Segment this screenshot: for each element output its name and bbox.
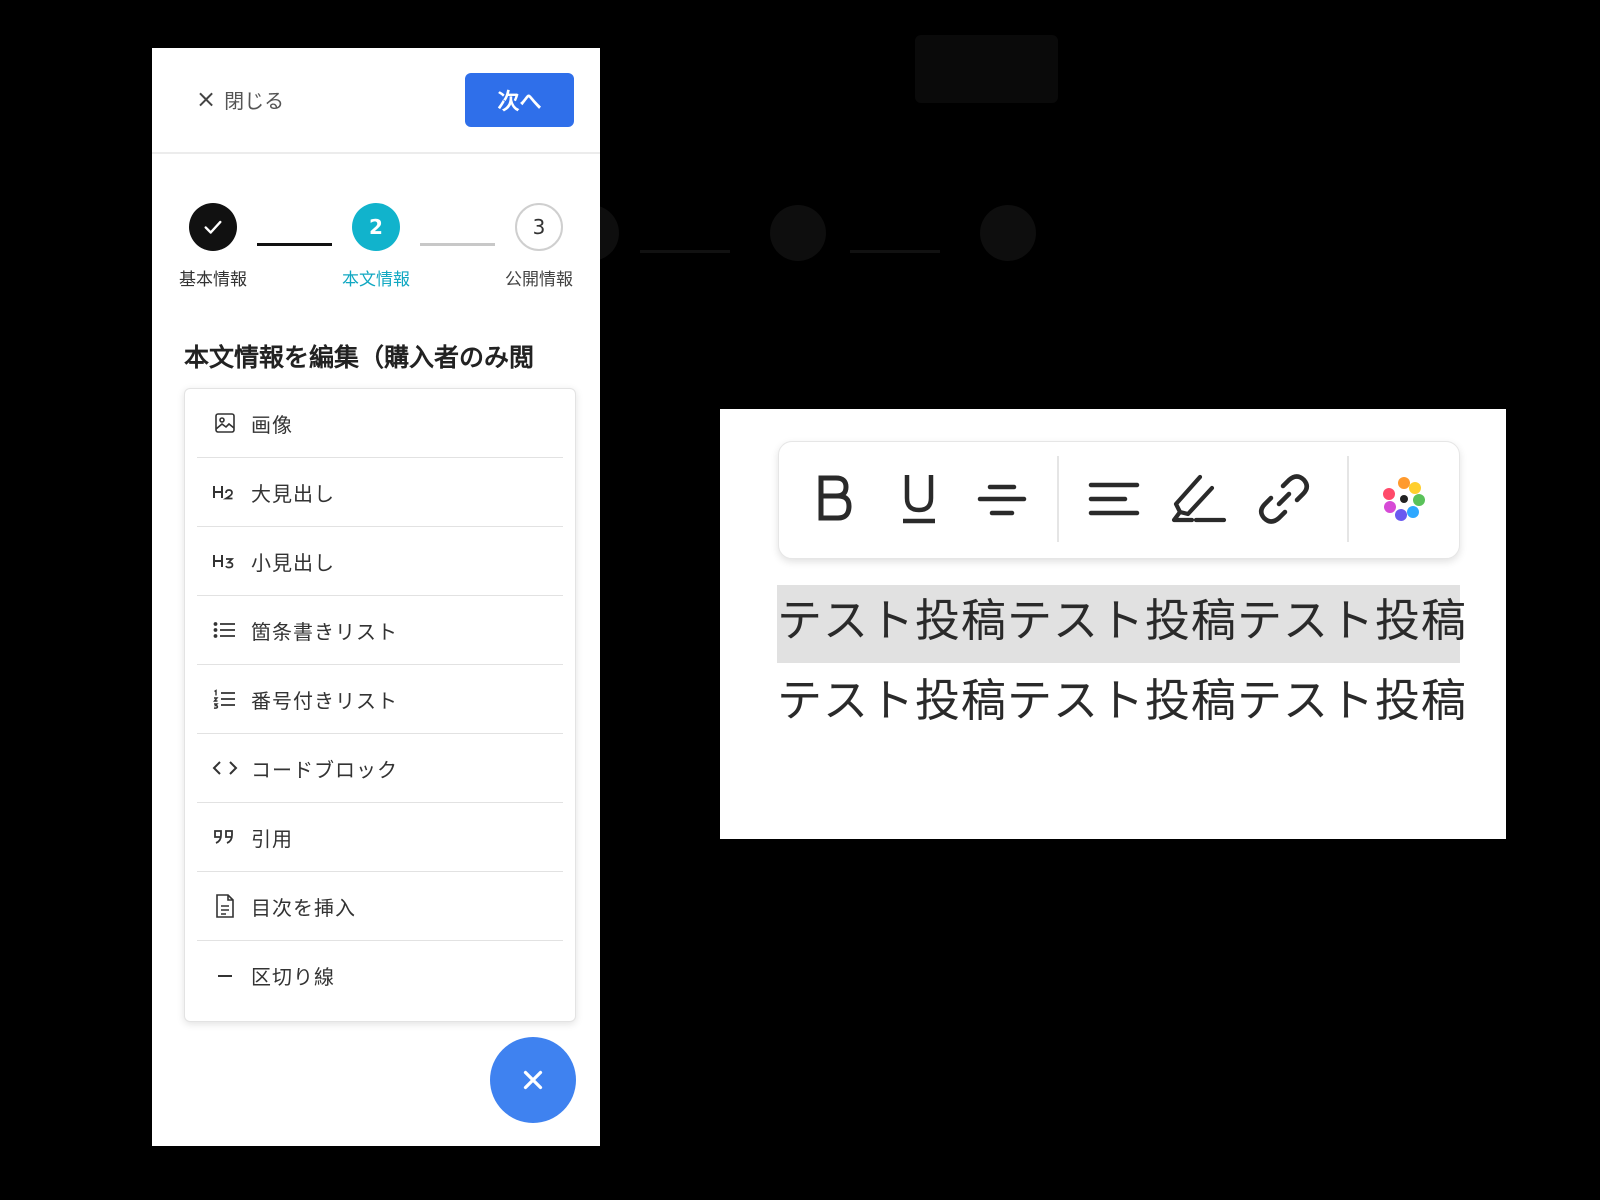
toolbar-separator xyxy=(1057,456,1059,542)
menu-item-label: 目次を挿入 xyxy=(251,895,356,920)
quote-icon xyxy=(211,823,239,851)
align-icon xyxy=(1088,482,1140,516)
menu-item-quote[interactable]: 引用 xyxy=(197,803,563,872)
next-button[interactable]: 次へ xyxy=(465,73,574,127)
insert-menu: 画像 大見出し 小見出し 箇条書きリスト 番号付きリスト コードブロック 引用 … xyxy=(184,388,576,1022)
link-icon xyxy=(1259,474,1309,524)
ghost-button xyxy=(915,35,1058,103)
format-toolbar xyxy=(778,441,1460,559)
highlighter-icon xyxy=(1171,474,1227,523)
align-button[interactable] xyxy=(1079,464,1149,534)
highlight-button[interactable] xyxy=(1164,464,1234,534)
strikethrough-icon xyxy=(977,484,1027,516)
image-icon xyxy=(211,409,239,437)
close-button[interactable]: × 閉じる xyxy=(196,82,284,116)
editor-panel: × 閉じる 次へ 2 3 基本情報 本文情報 公開情報 本文情報を編集（購入者の… xyxy=(152,48,600,1146)
text-color-button[interactable] xyxy=(1369,464,1439,534)
menu-item-divider[interactable]: 区切り線 xyxy=(197,941,563,1010)
ghost-line xyxy=(640,250,730,253)
menu-item-image[interactable]: 画像 xyxy=(197,389,563,458)
menu-item-label: 大見出し xyxy=(251,481,335,506)
step-2-body-info[interactable]: 2 xyxy=(352,203,400,251)
divider-icon xyxy=(211,962,239,990)
bold-icon xyxy=(818,475,852,521)
step-connector xyxy=(420,243,495,246)
close-menu-fab[interactable] xyxy=(490,1037,576,1123)
menu-item-bullet-list[interactable]: 箇条書きリスト xyxy=(197,596,563,665)
color-palette-icon xyxy=(1383,477,1425,521)
toolbar-separator xyxy=(1347,456,1349,542)
step-label: 基本情報 xyxy=(179,270,247,290)
menu-item-label: 引用 xyxy=(251,826,293,851)
menu-item-label: 画像 xyxy=(251,412,293,437)
close-label: 閉じる xyxy=(224,88,285,113)
menu-item-label: コードブロック xyxy=(251,757,398,782)
document-icon xyxy=(211,892,239,920)
ghost-step xyxy=(770,205,826,261)
panel-header: × 閉じる 次へ xyxy=(152,48,600,154)
bullet-list-icon xyxy=(211,616,239,644)
link-button[interactable] xyxy=(1249,464,1319,534)
bold-button[interactable] xyxy=(799,464,869,534)
step-1-basic-info[interactable] xyxy=(189,203,237,251)
toolbar-zoom-inset: テスト投稿テスト投稿テスト投稿テスト投稿テスト投稿テスト投稿 xyxy=(720,409,1506,839)
underline-button[interactable] xyxy=(884,464,954,534)
ghost-line xyxy=(850,250,940,253)
step-label: 公開情報 xyxy=(505,270,573,290)
menu-item-heading-3[interactable]: 小見出し xyxy=(197,527,563,596)
ghost-step xyxy=(980,205,1036,261)
editor-body-text[interactable]: テスト投稿テスト投稿テスト投稿テスト投稿テスト投稿テスト投稿 xyxy=(777,581,1467,741)
check-icon xyxy=(204,220,222,234)
strikethrough-button[interactable] xyxy=(967,464,1037,534)
menu-item-label: 箇条書きリスト xyxy=(251,619,398,644)
code-icon xyxy=(211,754,239,782)
close-icon: × xyxy=(196,85,217,113)
close-icon xyxy=(523,1070,543,1090)
heading-2-icon xyxy=(211,478,239,506)
menu-item-label: 小見出し xyxy=(251,550,335,575)
menu-item-table-of-contents[interactable]: 目次を挿入 xyxy=(197,872,563,941)
step-3-publish-info[interactable]: 3 xyxy=(515,203,563,251)
menu-item-label: 番号付きリスト xyxy=(251,688,398,713)
menu-item-numbered-list[interactable]: 番号付きリスト xyxy=(197,665,563,734)
underline-icon xyxy=(903,475,935,524)
step-label: 本文情報 xyxy=(342,270,410,290)
menu-item-label: 区切り線 xyxy=(251,965,335,989)
step-connector xyxy=(257,243,332,246)
menu-item-code-block[interactable]: コードブロック xyxy=(197,734,563,803)
heading-3-icon xyxy=(211,547,239,575)
section-title: 本文情報を編集（購入者のみ閲 xyxy=(184,343,535,372)
numbered-list-icon xyxy=(211,685,239,713)
menu-item-heading-2[interactable]: 大見出し xyxy=(197,458,563,527)
